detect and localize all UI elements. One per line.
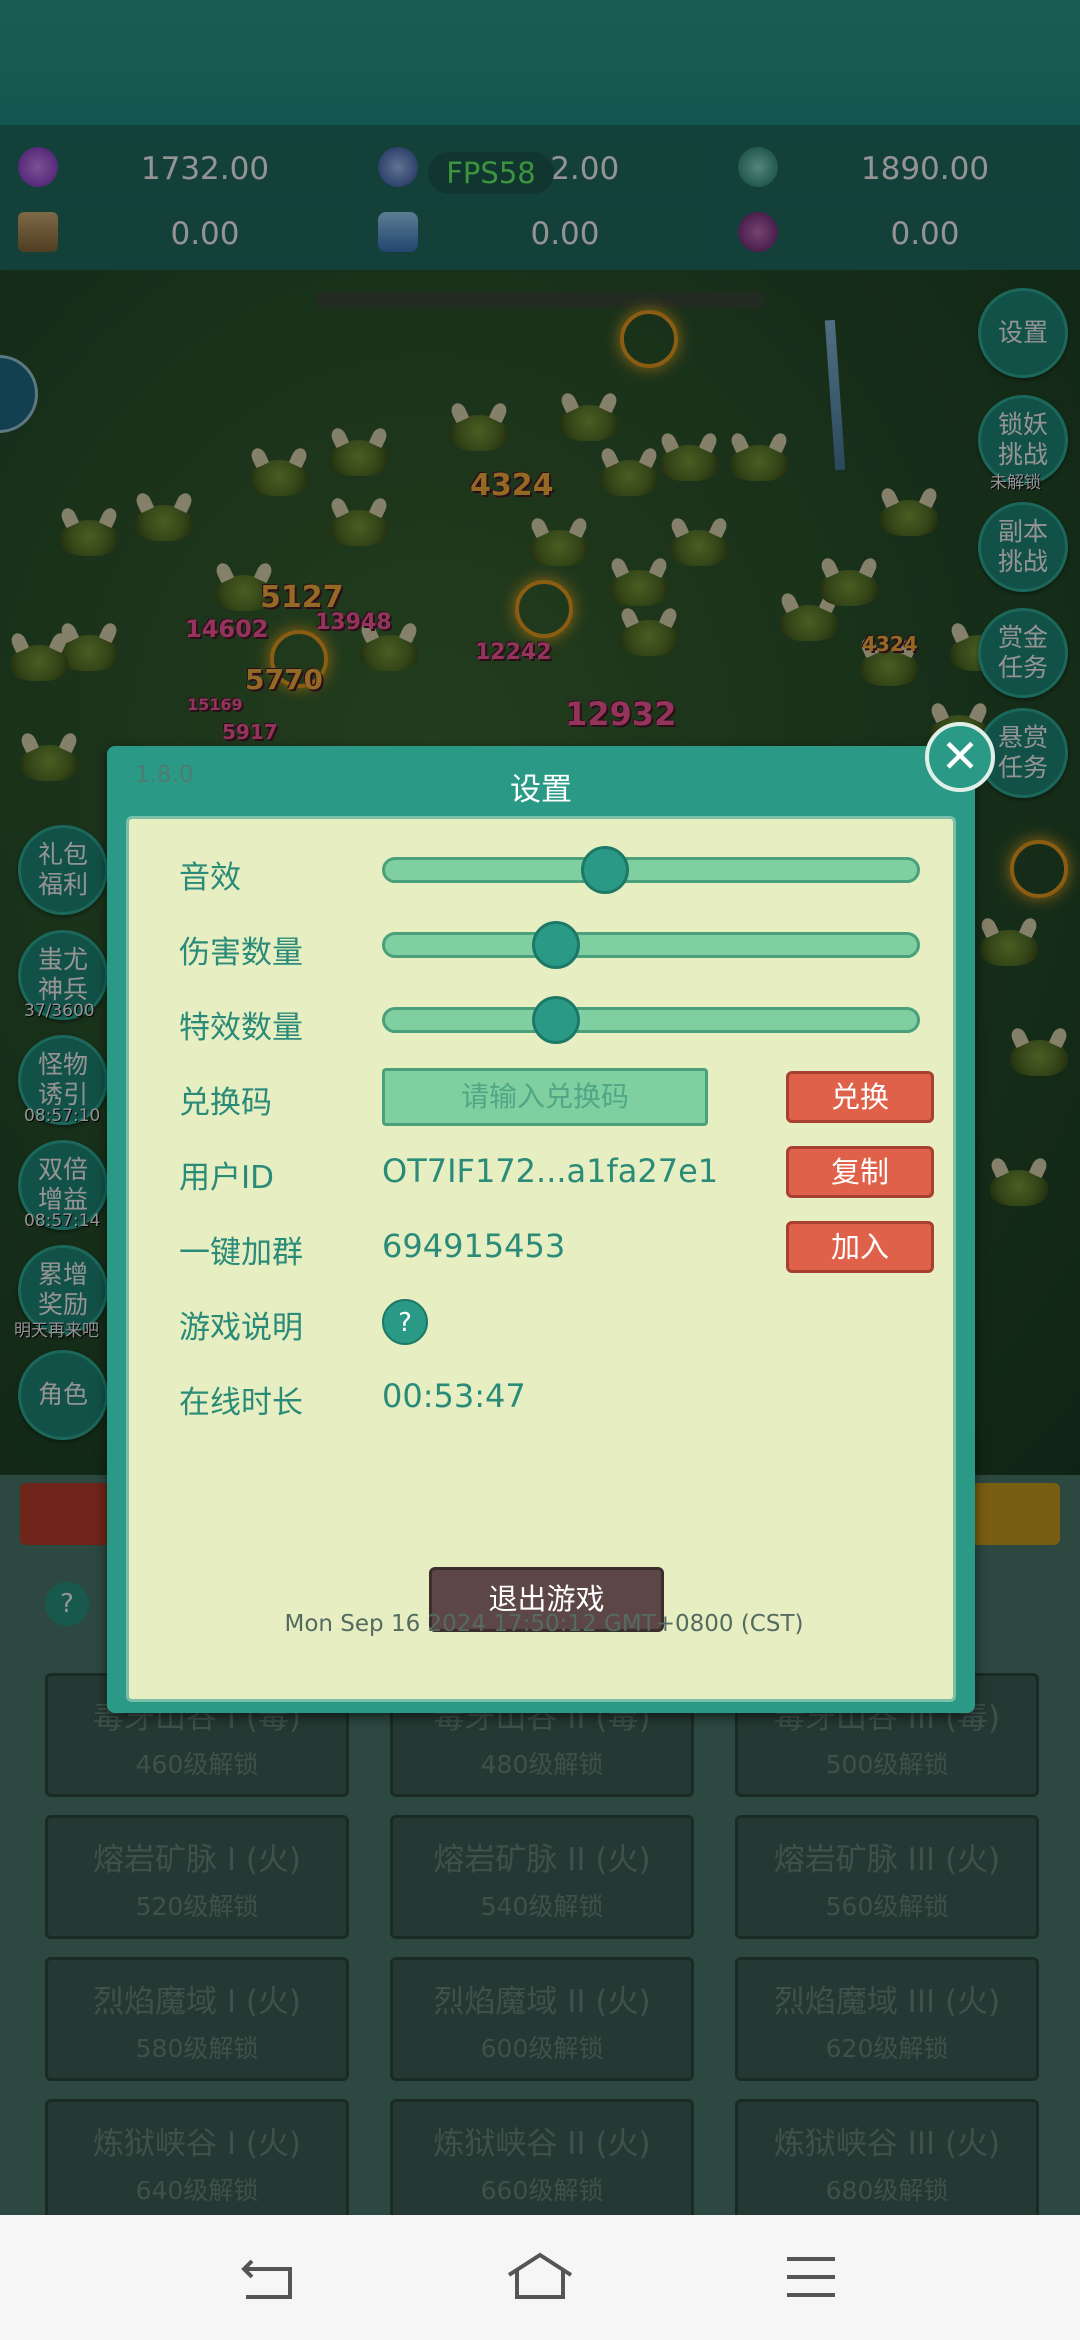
server-timestamp: Mon Sep 16 2024 17:50:12 GMT+0800 (CST) bbox=[284, 1611, 804, 1637]
group-number-value: 694915453 bbox=[382, 1227, 566, 1265]
sound-slider[interactable] bbox=[382, 846, 920, 894]
damage-count-slider-knob[interactable] bbox=[532, 921, 580, 969]
game-help-button[interactable]: ? bbox=[382, 1299, 428, 1345]
redeem-code-label: 兑换码 bbox=[179, 1085, 272, 1121]
copy-button[interactable]: 复制 bbox=[786, 1146, 934, 1198]
system-nav-bar bbox=[0, 2215, 1080, 2340]
user-id-value: OT7IF172...a1fa27e1 bbox=[382, 1152, 719, 1190]
redeem-code-input[interactable]: 请输入兑换码 bbox=[382, 1068, 708, 1126]
join-button[interactable]: 加入 bbox=[786, 1221, 934, 1273]
sound-label: 音效 bbox=[179, 860, 241, 896]
online-time-label: 在线时长 bbox=[179, 1385, 303, 1421]
settings-dialog: 1.8.0 设置 音效 伤害数量 特效数量 兑换码 请输入兑换码 兑换 用户ID… bbox=[107, 746, 975, 1713]
effects-count-slider[interactable] bbox=[382, 996, 920, 1044]
back-icon[interactable] bbox=[238, 2253, 298, 2303]
online-time-value: 00:53:47 bbox=[382, 1377, 526, 1415]
join-group-label: 一键加群 bbox=[179, 1235, 303, 1271]
redeem-button[interactable]: 兑换 bbox=[786, 1071, 934, 1123]
effects-count-label: 特效数量 bbox=[179, 1010, 303, 1046]
menu-icon[interactable] bbox=[785, 2255, 837, 2299]
dialog-title: 设置 bbox=[510, 772, 572, 808]
damage-count-slider[interactable] bbox=[382, 921, 920, 969]
settings-panel: 音效 伤害数量 特效数量 兑换码 请输入兑换码 兑换 用户ID OT7IF172… bbox=[126, 816, 956, 1702]
home-icon[interactable] bbox=[505, 2251, 575, 2301]
close-dialog-button[interactable]: ✕ bbox=[925, 722, 995, 792]
game-help-label: 游戏说明 bbox=[179, 1310, 303, 1346]
user-id-label: 用户ID bbox=[179, 1160, 275, 1196]
damage-count-label: 伤害数量 bbox=[179, 935, 303, 971]
sound-slider-knob[interactable] bbox=[581, 846, 629, 894]
effects-count-slider-knob[interactable] bbox=[532, 996, 580, 1044]
